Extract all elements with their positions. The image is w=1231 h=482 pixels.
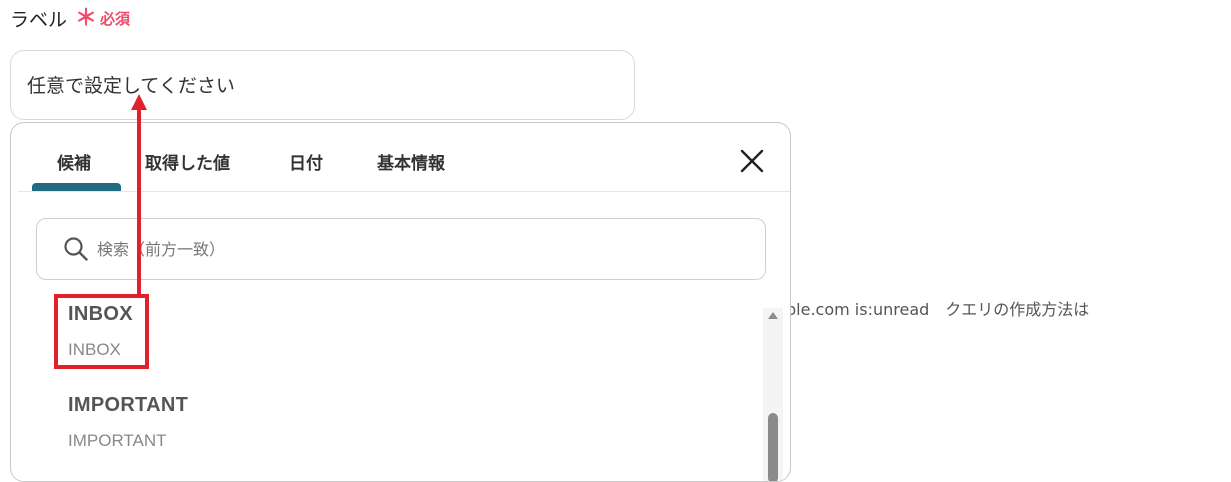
dropdown-tabs: 候補 取得した値 日付 基本情報 <box>11 123 790 193</box>
tab-date[interactable]: 日付 <box>289 149 323 174</box>
required-text: 必須 <box>100 10 131 28</box>
search-input[interactable] <box>95 229 745 269</box>
tab-retrieved-values[interactable]: 取得した値 <box>145 149 230 174</box>
active-tab-indicator <box>32 183 121 191</box>
scroll-thumb[interactable] <box>768 413 778 481</box>
label-input[interactable]: 任意で設定してください <box>10 50 635 120</box>
option-title: IMPORTANT <box>68 394 189 416</box>
option-subtitle: IMPORTANT <box>68 431 167 450</box>
scroll-up-arrow-icon[interactable] <box>768 312 778 319</box>
close-icon[interactable] <box>739 148 765 174</box>
tab-basic-info[interactable]: 基本情報 <box>377 149 445 174</box>
scrollbar[interactable] <box>763 308 783 481</box>
label-input-value: 任意で設定してください <box>27 75 235 97</box>
tabs-divider <box>18 191 790 192</box>
annotation-highlight-box <box>54 294 149 369</box>
tab-suggestions[interactable]: 候補 <box>57 149 91 174</box>
search-box <box>36 218 766 280</box>
query-hint-text: ple.com is:unread クエリの作成方法は <box>786 300 1090 319</box>
option-important[interactable]: IMPORTANT IMPORTANT <box>68 394 188 451</box>
field-label: ラベル ＊ 必須 <box>10 5 130 32</box>
field-label-text: ラベル <box>10 9 68 31</box>
required-asterisk-icon: ＊ <box>75 5 98 31</box>
search-icon <box>64 237 88 261</box>
required-indicator: ＊ 必須 <box>75 5 131 31</box>
